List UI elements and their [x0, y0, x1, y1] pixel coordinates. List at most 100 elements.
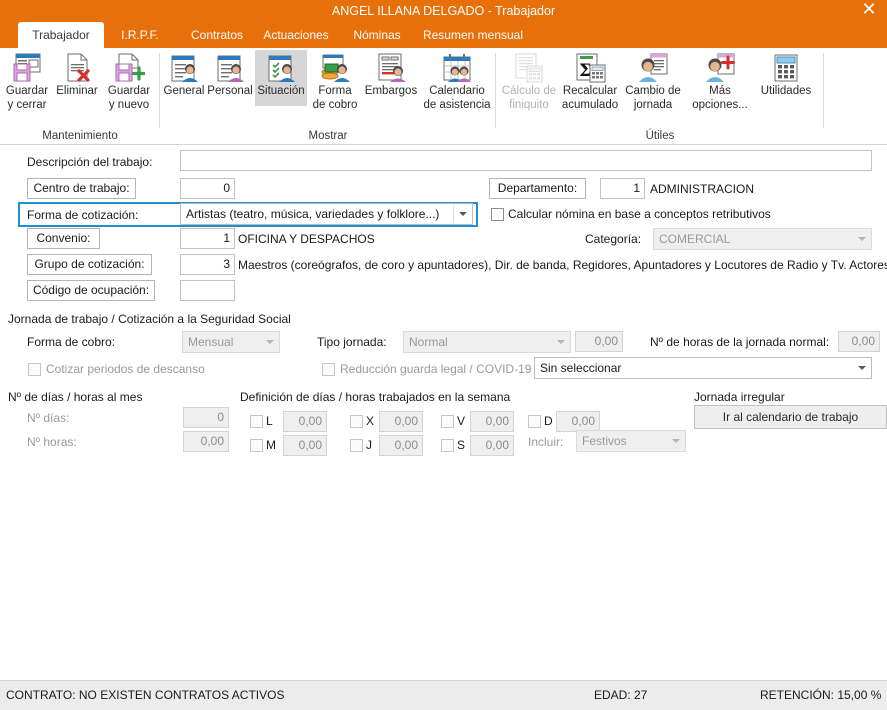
ribbon-button-utilidades[interactable]: Utilidades	[756, 50, 816, 106]
ribbon-button-label-line2: jornada	[633, 99, 673, 111]
weekday-label-V: V	[457, 414, 466, 428]
forma-cobro-label: Forma de cobro:	[27, 335, 116, 349]
doc-person-icon	[378, 53, 406, 82]
cotizar-descanso-checkbox[interactable]	[28, 363, 41, 376]
weekday-hours-M[interactable]: 0,00	[283, 435, 327, 456]
horas-jornada-normal-label: Nº de horas de la jornada normal:	[650, 335, 830, 349]
incluir-value: Festivos	[582, 434, 627, 448]
codigo-ocupacion-button[interactable]: Código de ocupación:	[27, 280, 155, 301]
tab-n-minas[interactable]: Nóminas	[342, 22, 412, 48]
weekday-checkbox-S[interactable]	[441, 439, 454, 452]
categoria-select[interactable]: COMERCIAL	[653, 228, 872, 250]
weekday-checkbox-X[interactable]	[350, 415, 363, 428]
close-icon[interactable]: ✕	[855, 0, 883, 22]
tab-trabajador[interactable]: Trabajador	[18, 22, 104, 48]
tipo-jornada-value: Normal	[409, 335, 448, 349]
ribbon-button-mas-opciones[interactable]: Más opciones...	[686, 50, 754, 120]
ribbon-button-calendario-de-asistencia[interactable]: Calendario de asistencia	[420, 50, 494, 120]
centro-trabajo-value[interactable]: 0	[180, 178, 235, 199]
ribbon-button-forma-de-cobro[interactable]: Forma de cobro	[309, 50, 361, 120]
ribbon-button-general[interactable]: General	[163, 50, 205, 106]
ribbon-button-recalcular-acumulado[interactable]: Σ Recalcular acumulado	[559, 50, 621, 120]
incluir-select[interactable]: Festivos	[576, 430, 686, 452]
status-edad: EDAD: 27	[594, 688, 648, 702]
centro-trabajo-button[interactable]: Centro de trabajo:	[27, 178, 136, 199]
weekday-checkbox-V[interactable]	[441, 415, 454, 428]
person-doc-icon	[639, 53, 668, 82]
ribbon-button-label-line2: finiquito	[509, 99, 549, 111]
title-bar: ANGEL ILLANA DELGADO - Trabajador ✕	[0, 0, 887, 22]
reduccion-guarda-value: Sin seleccionar	[540, 361, 622, 375]
weekday-hours-S[interactable]: 0,00	[470, 435, 514, 456]
calcular-nomina-checkbox[interactable]	[491, 208, 504, 221]
departamento-button[interactable]: Departamento:	[489, 178, 586, 199]
tab-actuaciones[interactable]: Actuaciones	[252, 22, 340, 48]
weekday-checkbox-M[interactable]	[250, 439, 263, 452]
weekday-hours-J[interactable]: 0,00	[379, 435, 423, 456]
ribbon-button-label: Utilidades	[760, 85, 812, 97]
chevron-down-icon	[853, 359, 870, 377]
tab-i-r-p-f[interactable]: I.R.P.F.	[110, 22, 170, 48]
card-check-icon	[268, 55, 295, 82]
convenio-code-value[interactable]: 1	[180, 228, 235, 249]
ribbon-button-eliminar[interactable]: Eliminar	[52, 50, 102, 106]
chevron-down-icon	[552, 333, 569, 351]
chevron-down-icon	[453, 205, 471, 223]
window-title: ANGEL ILLANA DELGADO - Trabajador	[331, 4, 556, 18]
descripcion-trabajo-input[interactable]	[180, 150, 872, 171]
convenio-button[interactable]: Convenio:	[27, 228, 100, 249]
forma-cotizacion-select[interactable]: Artistas (teatro, música, variedades y f…	[180, 203, 473, 225]
ribbon-button-label: Calendario	[429, 85, 485, 97]
ribbon-tabstrip: Trabajador I.R.P.F. Contratos Actuaciones Nó…	[0, 22, 887, 48]
convenio-name-text: OFICINA Y DESPACHOS	[238, 232, 375, 246]
weekday-checkbox-D[interactable]	[528, 415, 541, 428]
reduccion-guarda-select[interactable]: Sin seleccionar	[534, 357, 872, 379]
horas-jornada-normal-value[interactable]: 0,00	[838, 331, 880, 352]
weekday-hours-V[interactable]: 0,00	[470, 411, 514, 432]
ir-al-calendario-button[interactable]: Ir al calendario de trabajo	[694, 405, 887, 429]
ribbon-button-personal[interactable]: Personal	[207, 50, 253, 106]
reduccion-guarda-checkbox[interactable]	[322, 363, 335, 376]
ribbon-button-embargos[interactable]: Embargos	[362, 50, 420, 106]
codigo-ocupacion-input[interactable]	[180, 280, 235, 301]
grupo-cotizacion-name-text: Maestros (coreógrafos, de coro y apuntad…	[238, 258, 887, 272]
status-contrato: CONTRATO: NO EXISTEN CONTRATOS ACTIVOS	[6, 688, 285, 702]
weekday-hours-X[interactable]: 0,00	[379, 411, 423, 432]
ribbon-button-label-line2: opciones...	[692, 99, 748, 111]
ribbon-button-guardar-y-nuevo[interactable]: Guardar y nuevo	[103, 50, 155, 120]
descripcion-trabajo-label: Descripción del trabajo:	[27, 155, 153, 169]
situacion-form: Descripción del trabajo: Centro de traba…	[0, 145, 887, 680]
tipo-jornada-label: Tipo jornada:	[317, 335, 387, 349]
tipo-jornada-select[interactable]: Normal	[403, 331, 571, 353]
tab-contratos[interactable]: Contratos	[178, 22, 256, 48]
forma-cobro-select[interactable]: Mensual	[182, 331, 280, 353]
departamento-code-value[interactable]: 1	[600, 178, 645, 199]
numero-dias-value[interactable]: 0	[183, 407, 229, 428]
numero-horas-value[interactable]: 0,00	[183, 431, 229, 452]
weekday-hours-D[interactable]: 0,00	[556, 411, 600, 432]
sigma-calc-icon: Σ	[576, 53, 606, 83]
mes-section-title: Nº de días / horas al mes	[8, 390, 143, 404]
departamento-name-text: ADMINISTRACION	[650, 182, 755, 196]
save-new-icon	[115, 53, 145, 82]
weekday-label-J: J	[366, 438, 372, 452]
tab-resumen-mensual[interactable]: Resumen mensual	[412, 22, 534, 48]
ribbon-button-label: Más	[709, 85, 731, 97]
status-retencion: RETENCIÓN: 15,00 %	[760, 688, 882, 702]
status-bar: CONTRATO: NO EXISTEN CONTRATOS ACTIVOS E…	[0, 680, 887, 710]
weekday-checkbox-L[interactable]	[250, 415, 263, 428]
tipo-jornada-hours-value[interactable]: 0,00	[575, 331, 623, 352]
ribbon-button-situacion[interactable]: Situación	[255, 50, 307, 106]
weekday-checkbox-J[interactable]	[350, 439, 363, 452]
ribbon-button-guardar-y-cerrar[interactable]: Guardar y cerrar	[4, 50, 50, 120]
ribbon-button-calculo-de-finiquito: Cálculo de finiquito	[500, 50, 558, 120]
semana-section-title: Definición de días / horas trabajados en…	[240, 390, 511, 404]
chevron-down-icon	[261, 333, 278, 351]
cotizar-descanso-label: Cotizar periodos de descanso	[46, 362, 205, 376]
ribbon-button-label: Cálculo de	[501, 85, 557, 97]
ribbon-button-cambio-de-jornada[interactable]: Cambio de jornada	[622, 50, 684, 120]
weekday-hours-L[interactable]: 0,00	[283, 411, 327, 432]
grupo-cotizacion-button[interactable]: Grupo de cotización:	[27, 254, 152, 275]
grupo-cotizacion-code-value[interactable]: 3	[180, 254, 235, 275]
reduccion-guarda-label: Reducción guarda legal / COVID-19	[340, 362, 532, 376]
